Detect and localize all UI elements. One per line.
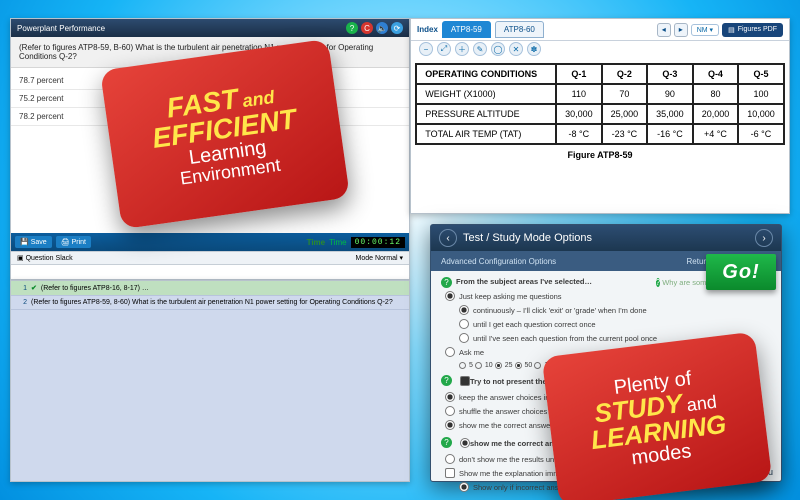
print-icon: 🖨 — [61, 238, 70, 246]
print-button[interactable]: 🖨Print — [56, 236, 91, 248]
list-item[interactable]: 1 ✔ (Refer to figures ATP8-16, 8-17) … — [11, 281, 409, 296]
question-titlebar: Powerplant Performance ? C 🔈 ⟳ — [11, 19, 409, 37]
index-label[interactable]: Index — [417, 25, 438, 34]
question-toolbar: 💾Save 🖨Print Time Time 00:00:12 — [11, 233, 409, 251]
settings-icon[interactable]: ⟳ — [391, 22, 403, 34]
figures-pdf-button[interactable]: ▤Figures PDF — [722, 23, 783, 37]
units-dropdown[interactable]: NM ▾ — [691, 24, 719, 36]
highlight-icon[interactable]: ◯ — [491, 42, 505, 56]
radio-100[interactable] — [534, 362, 541, 369]
back-arrow-icon[interactable]: ‹ — [439, 229, 457, 247]
time-label: Time — [307, 238, 326, 247]
help-icon[interactable]: ? — [441, 277, 452, 288]
figure-tool-row: − ⤢ ＋ ✎ ◯ ✕ ✽ — [411, 41, 789, 57]
promo-sticker-fast: FAST and EFFICIENT Learning Environment — [100, 39, 350, 229]
radio-10[interactable] — [475, 362, 482, 369]
forward-arrow-icon[interactable]: › — [755, 229, 773, 247]
radio-50[interactable] — [515, 362, 522, 369]
doc-icon: ▤ — [728, 26, 735, 34]
question-stack-button[interactable]: ▣ Question Slack — [17, 254, 73, 262]
help-icon[interactable]: ? — [346, 22, 358, 34]
erase-icon[interactable]: ✕ — [509, 42, 523, 56]
tab-atp8-59[interactable]: ATP8-59 — [442, 21, 491, 38]
radio-25[interactable] — [495, 362, 502, 369]
figure-panel: Index ATP8-59 ATP8-60 ◂ ▸ NM ▾ ▤Figures … — [410, 18, 790, 214]
zoom-in-icon[interactable]: ＋ — [455, 42, 469, 56]
pencil-icon[interactable]: ✎ — [473, 42, 487, 56]
radio-until-correct[interactable]: until I get each question correct once — [455, 318, 771, 332]
go-button[interactable]: Go! — [706, 254, 776, 290]
zoom-out-icon[interactable]: − — [419, 42, 433, 56]
zoom-fit-icon[interactable]: ⤢ — [437, 42, 451, 56]
help-icon[interactable]: ? — [656, 278, 660, 287]
list-item[interactable]: 2 (Refer to figures ATP8-59, 8-60) What … — [11, 296, 409, 310]
check-icon: ✔ — [31, 284, 37, 292]
modal-title: Test / Study Mode Options — [463, 232, 592, 244]
operating-conditions-table: OPERATING CONDITIONS Q-1 Q-2 Q-3 Q-4 Q-5… — [415, 63, 785, 145]
save-button[interactable]: 💾Save — [15, 236, 52, 248]
mode-dropdown[interactable]: Normal — [375, 255, 398, 262]
radio-continuously[interactable]: continuously – I'll click 'exit' or 'gra… — [455, 304, 771, 318]
refresh-icon[interactable]: C — [361, 22, 373, 34]
timer-display: 00:00:12 — [351, 237, 405, 248]
figure-caption: Figure ATP8-59 — [411, 147, 789, 166]
question-footer: ▣ Question Slack Mode Normal ▾ — [11, 251, 409, 265]
note-icon[interactable]: ✽ — [527, 42, 541, 56]
prev-figure-icon[interactable]: ◂ — [657, 23, 671, 37]
modal-subtitle: Advanced Configuration Options — [441, 257, 556, 266]
tab-atp8-60[interactable]: ATP8-60 — [495, 21, 544, 38]
help-icon[interactable]: ? — [441, 437, 452, 448]
save-icon: 💾 — [20, 238, 29, 246]
time-label-text: Time — [329, 238, 346, 247]
help-icon[interactable]: ? — [441, 375, 452, 386]
sound-icon[interactable]: 🔈 — [376, 22, 388, 34]
module-title: Powerplant Performance — [17, 24, 105, 33]
next-figure-icon[interactable]: ▸ — [674, 23, 688, 37]
promo-sticker-modes: Plenty of STUDY and LEARNING modes — [542, 332, 773, 500]
radio-5[interactable] — [459, 362, 466, 369]
radio-keep-asking[interactable]: Just keep asking me questions — [441, 290, 771, 304]
question-list-panel: 1 ✔ (Refer to figures ATP8-16, 8-17) … 2… — [10, 280, 410, 482]
